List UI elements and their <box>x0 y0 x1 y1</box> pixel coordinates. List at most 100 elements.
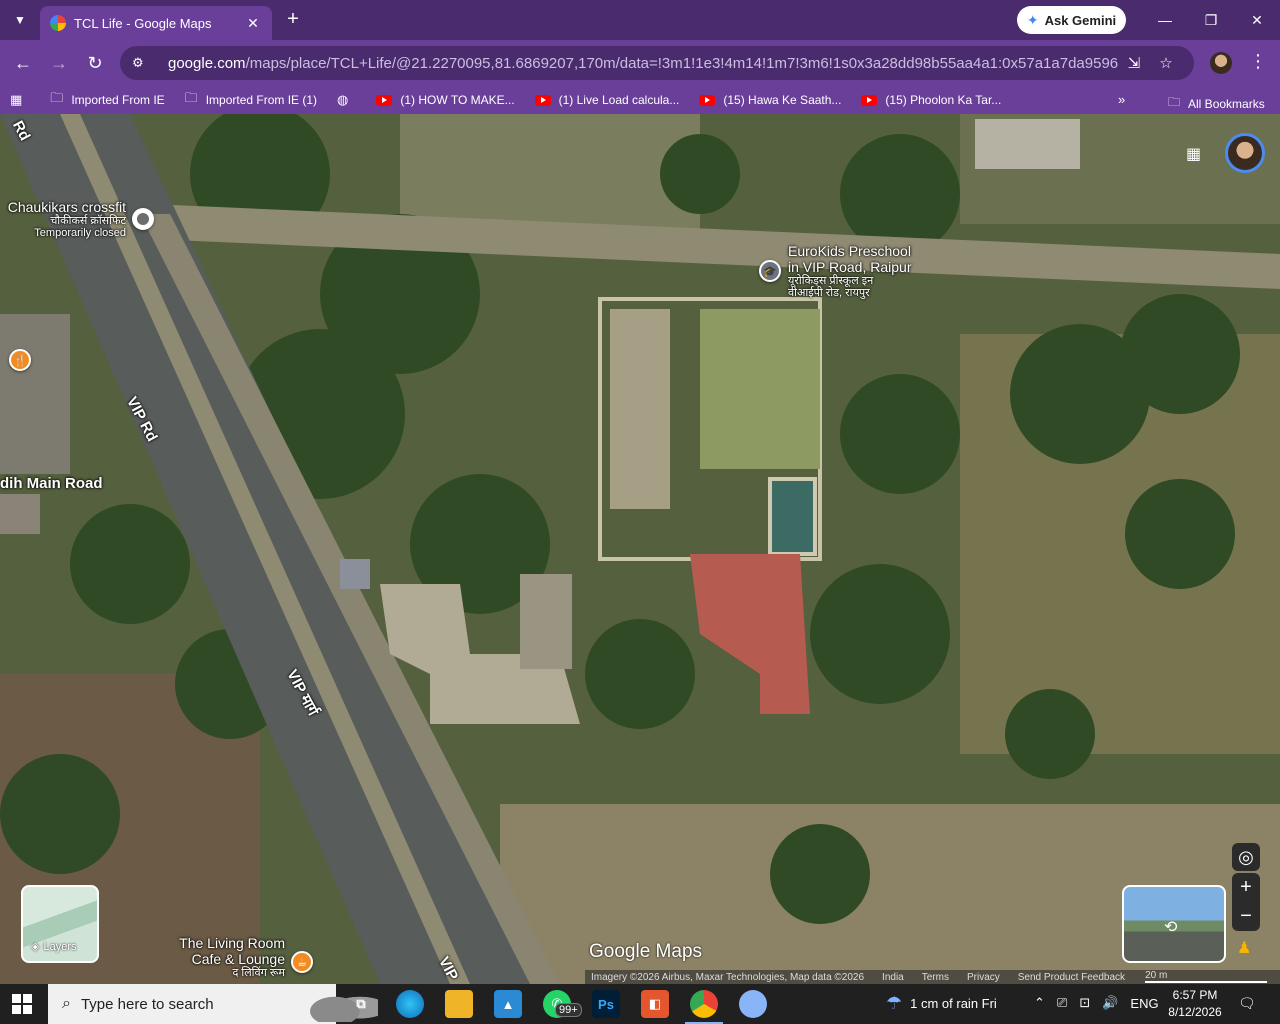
close-window-button[interactable]: ✕ <box>1245 8 1269 32</box>
new-tab-button[interactable]: + <box>282 8 304 30</box>
edge-icon[interactable] <box>396 990 424 1018</box>
bookmark-youtube-live-load[interactable]: (1) Live Load calcula... <box>534 93 679 107</box>
layers-icon: ◈ <box>31 941 40 953</box>
privacy-link[interactable]: Privacy <box>967 972 1000 983</box>
taskbar-clock[interactable]: 6:57 PM 8/12/2026 <box>1164 987 1226 1021</box>
office-icon[interactable]: ◧ <box>641 990 669 1018</box>
language-indicator[interactable]: ENG <box>1130 996 1158 1011</box>
bookmark-youtube-how-to-make[interactable]: (1) HOW TO MAKE... <box>376 93 515 107</box>
network-icon[interactable]: ⊡ <box>1079 995 1090 1011</box>
all-bookmarks-button[interactable]: 🗀 All Bookmarks <box>1168 93 1265 114</box>
youtube-icon <box>861 94 878 106</box>
meet-now-icon[interactable]: ⎚ <box>1057 995 1067 1011</box>
google-maps-logo: Google Maps <box>589 941 703 962</box>
forward-button[interactable]: → <box>47 51 71 75</box>
bookmark-folder-imported-ie[interactable]: 🗀 Imported From IE <box>50 89 164 111</box>
youtube-icon <box>699 94 716 106</box>
paint-icon[interactable] <box>739 990 767 1018</box>
profile-avatar[interactable] <box>1210 52 1232 74</box>
layers-button[interactable]: ◈ Layers <box>21 885 99 963</box>
restaurant-pin-icon[interactable]: 🍴 <box>9 349 31 371</box>
layers-label: Layers <box>43 940 77 953</box>
pegman-icon[interactable]: ♟ <box>1237 938 1255 960</box>
apps-grid-icon[interactable]: ▦ <box>10 92 30 108</box>
folder-icon: 🗀 <box>50 90 64 105</box>
restore-button[interactable]: ❐ <box>1199 8 1223 32</box>
youtube-icon <box>534 94 551 106</box>
bookmark-globe[interactable]: ◍ <box>337 92 356 108</box>
photoshop-icon[interactable]: Ps <box>592 990 620 1018</box>
clock-time: 6:57 PM <box>1172 988 1218 1002</box>
ask-gemini-label: Ask Gemini <box>1044 12 1117 28</box>
weather-widget[interactable]: ☂ 1 cm of rain Fri <box>886 993 997 1014</box>
zoom-out-button[interactable]: − <box>1232 902 1260 931</box>
taskbar-search-box[interactable]: ⌕ Type here to search <box>48 984 378 1024</box>
search-icon: ⌕ <box>62 995 71 1012</box>
zoom-controls: + − <box>1232 873 1260 931</box>
bookmarks-overflow-icon[interactable]: » <box>1118 92 1125 107</box>
place-label-chaukikars[interactable]: Chaukikars crossfit चौकीकर्स क्रॉसफिट Te… <box>6 199 126 239</box>
search-placeholder: Type here to search <box>80 995 214 1013</box>
folder-icon: 🗀 <box>1168 95 1181 109</box>
place-pin-chaukikars[interactable] <box>132 208 154 230</box>
ask-gemini-button[interactable]: ✦ Ask Gemini <box>1017 6 1126 34</box>
tab-title: TCL Life - Google Maps <box>74 15 212 31</box>
clock-date: 8/12/2026 <box>1168 1005 1222 1019</box>
zoom-in-button[interactable]: + <box>1232 873 1260 902</box>
bookmarks-bar: ▦ 🗀 Imported From IE 🗀 Imported From IE (1… <box>0 86 1280 114</box>
tab-search-icon[interactable]: ▼ <box>8 8 32 32</box>
bookmark-youtube-hawa-ke-saath[interactable]: (15) Hawa Ke Saath... <box>699 93 841 107</box>
satellite-imagery <box>0 114 1280 984</box>
globe-icon: ◍ <box>337 92 349 107</box>
street-view-rotate-icon: ⟲ <box>1164 919 1178 936</box>
google-maps-favicon-icon <box>50 15 66 31</box>
cafe-pin-icon[interactable]: ☕ <box>291 951 313 973</box>
terms-link[interactable]: Terms <box>922 972 949 983</box>
tray-chevron-icon[interactable]: ⌃ <box>1034 995 1045 1011</box>
place-label-living-room[interactable]: The Living Room Cafe & Lounge द लिविंग र… <box>170 935 285 979</box>
weather-text: 1 cm of rain Fri <box>910 996 997 1011</box>
address-bar[interactable]: ⚙ google.com/maps/place/TCL+Life/@21.227… <box>120 46 1194 80</box>
rain-umbrella-icon: ☂ <box>886 993 903 1013</box>
tab-google-maps[interactable]: TCL Life - Google Maps ✕ <box>40 6 272 40</box>
gemini-spark-icon: ✦ <box>1026 11 1039 28</box>
browser-titlebar: ▼ TCL Life - Google Maps ✕ + ✦ Ask Gemin… <box>0 0 1280 40</box>
google-apps-icon[interactable]: ▦ <box>1186 144 1206 164</box>
site-info-icon[interactable]: ⚙ <box>132 55 150 71</box>
bookmark-folder-imported-ie-1[interactable]: 🗀 Imported From IE (1) <box>185 89 317 111</box>
whatsapp-unread-badge: 99+ <box>555 1003 582 1017</box>
system-tray: ⌃ ⎚ ⊡ 🔊 ENG <box>1034 995 1171 1011</box>
school-pin-icon[interactable]: 🎓 <box>759 260 781 282</box>
notifications-icon[interactable]: 🗨 <box>1238 995 1256 1012</box>
file-explorer-icon[interactable] <box>445 990 473 1018</box>
url-text[interactable]: google.com/maps/place/TCL+Life/@21.22700… <box>168 55 1118 72</box>
bookmark-youtube-phoolon-ka-tar[interactable]: (15) Phoolon Ka Tar... <box>861 93 1001 107</box>
map-scale[interactable]: 20 m <box>1145 971 1268 983</box>
install-app-icon[interactable]: ⇲ <box>1118 54 1150 72</box>
reload-button[interactable]: ↻ <box>83 51 107 75</box>
tab-close-icon[interactable]: ✕ <box>244 15 262 32</box>
browser-menu-icon[interactable]: ⋮ <box>1248 51 1268 75</box>
task-view-icon[interactable]: ⧉ <box>347 990 375 1018</box>
map-pin-icon <box>137 213 149 225</box>
map-attribution-bar: Imagery ©2026 Airbus, Maxar Technologies… <box>585 970 1280 984</box>
browser-toolbar: ← → ↻ ⚙ google.com/maps/place/TCL+Life/@… <box>0 40 1280 86</box>
my-location-button[interactable]: ◎ <box>1232 843 1260 871</box>
bookmark-star-icon[interactable]: ☆ <box>1150 54 1182 72</box>
folder-icon: 🗀 <box>184 90 198 105</box>
store-app-icon[interactable]: ▲ <box>494 990 522 1018</box>
place-label-eurokids[interactable]: EuroKids Preschool in VIP Road, Raipur य… <box>788 243 928 299</box>
road-label-main-road: dih Main Road <box>0 475 103 492</box>
satellite-map[interactable]: Chaukikars crossfit चौकीकर्स क्रॉसफिट Te… <box>0 114 1280 984</box>
send-feedback-link[interactable]: Send Product Feedback <box>1018 972 1125 983</box>
account-avatar[interactable] <box>1225 133 1265 173</box>
minimize-button[interactable]: — <box>1153 8 1177 32</box>
volume-icon[interactable]: 🔊 <box>1102 995 1118 1011</box>
street-view-thumbnail[interactable]: ⟲ <box>1122 885 1226 963</box>
imagery-credit: Imagery ©2026 Airbus, Maxar Technologies… <box>591 971 865 983</box>
youtube-icon <box>376 94 393 106</box>
chrome-icon[interactable] <box>690 990 718 1018</box>
back-button[interactable]: ← <box>11 51 35 75</box>
windows-start-button[interactable] <box>12 994 32 1014</box>
country-link[interactable]: India <box>882 972 904 983</box>
